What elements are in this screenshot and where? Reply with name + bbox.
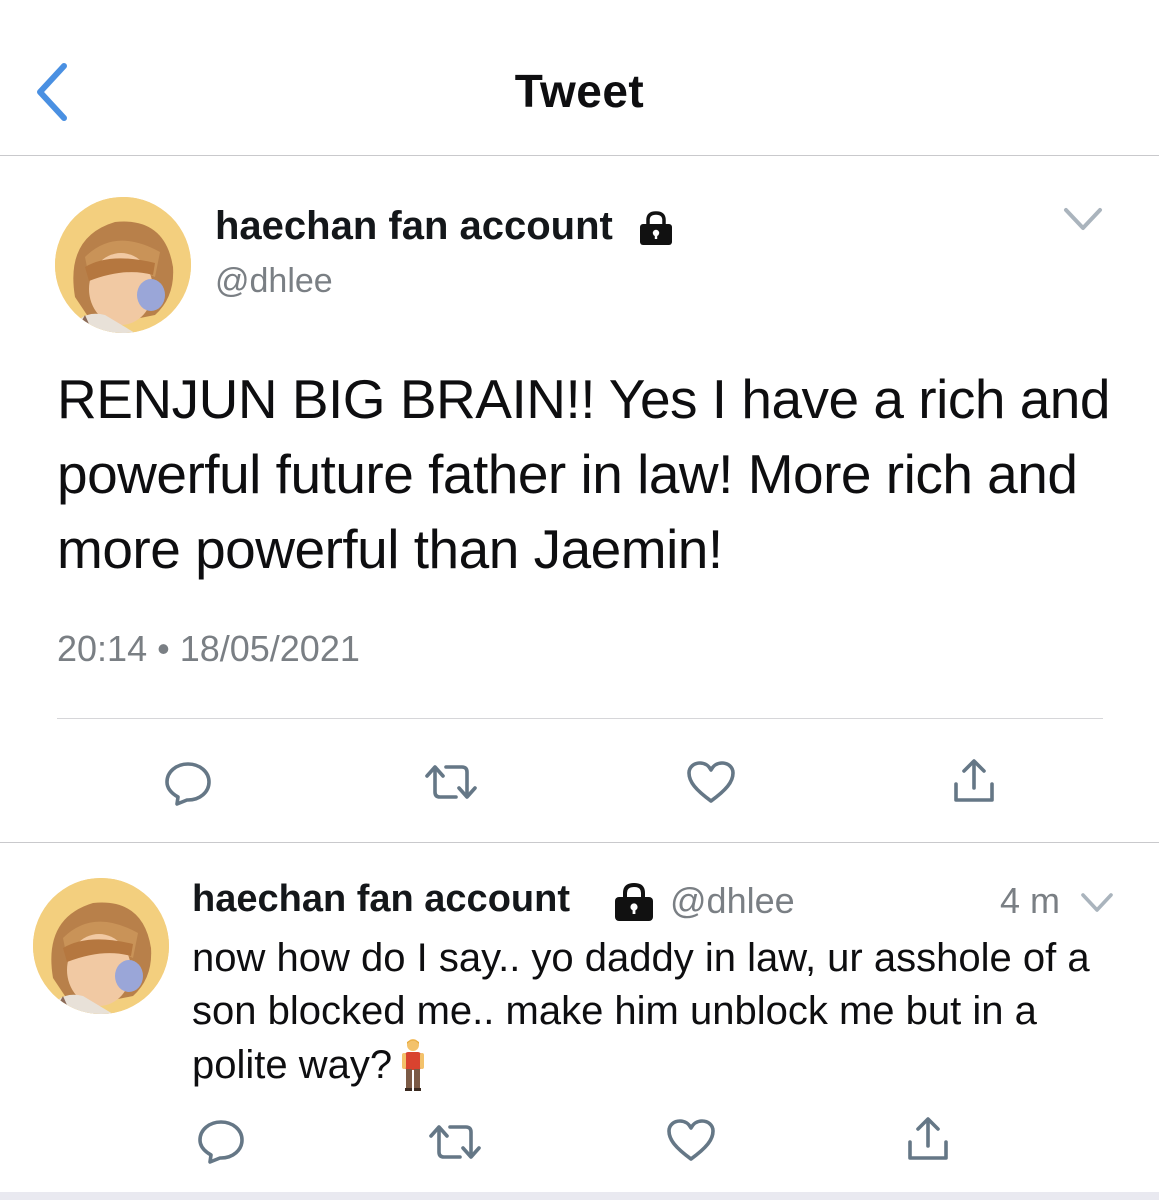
avatar-image [55, 197, 191, 333]
like-icon[interactable] [666, 1118, 716, 1162]
avatar[interactable] [33, 878, 169, 1014]
bottom-edge [0, 1192, 1159, 1200]
share-icon[interactable] [906, 1116, 950, 1162]
retweet-icon[interactable] [428, 1122, 482, 1162]
display-name[interactable]: haechan fan account [215, 204, 613, 249]
page-title: Tweet [514, 65, 645, 117]
chevron-down-icon[interactable] [1080, 888, 1114, 916]
person-standing-emoji [402, 1039, 425, 1091]
avatar-image [33, 878, 169, 1014]
lock-icon [615, 882, 653, 921]
tweet-text: RENJUN BIG BRAIN!! Yes I have a rich and… [57, 368, 1110, 580]
tweet-text: now how do I say.. yo daddy in law, ur a… [192, 932, 1132, 1092]
tweet-text-content: now how do I say.. yo daddy in law, ur a… [192, 936, 1090, 1087]
tweet-timestamp: 20:14 • 18/05/2021 [57, 628, 360, 669]
share-icon[interactable] [952, 758, 996, 804]
retweet-icon[interactable] [424, 762, 478, 802]
like-icon[interactable] [686, 760, 736, 804]
divider [57, 718, 1103, 719]
top-bar: Tweet [0, 0, 1159, 156]
lock-icon [640, 211, 672, 245]
tweet-time-ago: 4 m [1000, 880, 1061, 921]
separator [0, 842, 1159, 843]
handle: @dhlee [670, 880, 795, 921]
avatar[interactable] [55, 197, 191, 333]
display-name[interactable]: haechan fan account [192, 878, 570, 921]
chevron-down-icon[interactable] [1062, 202, 1104, 236]
handle: @dhlee [215, 262, 333, 300]
reply-icon[interactable] [163, 760, 213, 806]
reply-icon[interactable] [196, 1118, 246, 1164]
